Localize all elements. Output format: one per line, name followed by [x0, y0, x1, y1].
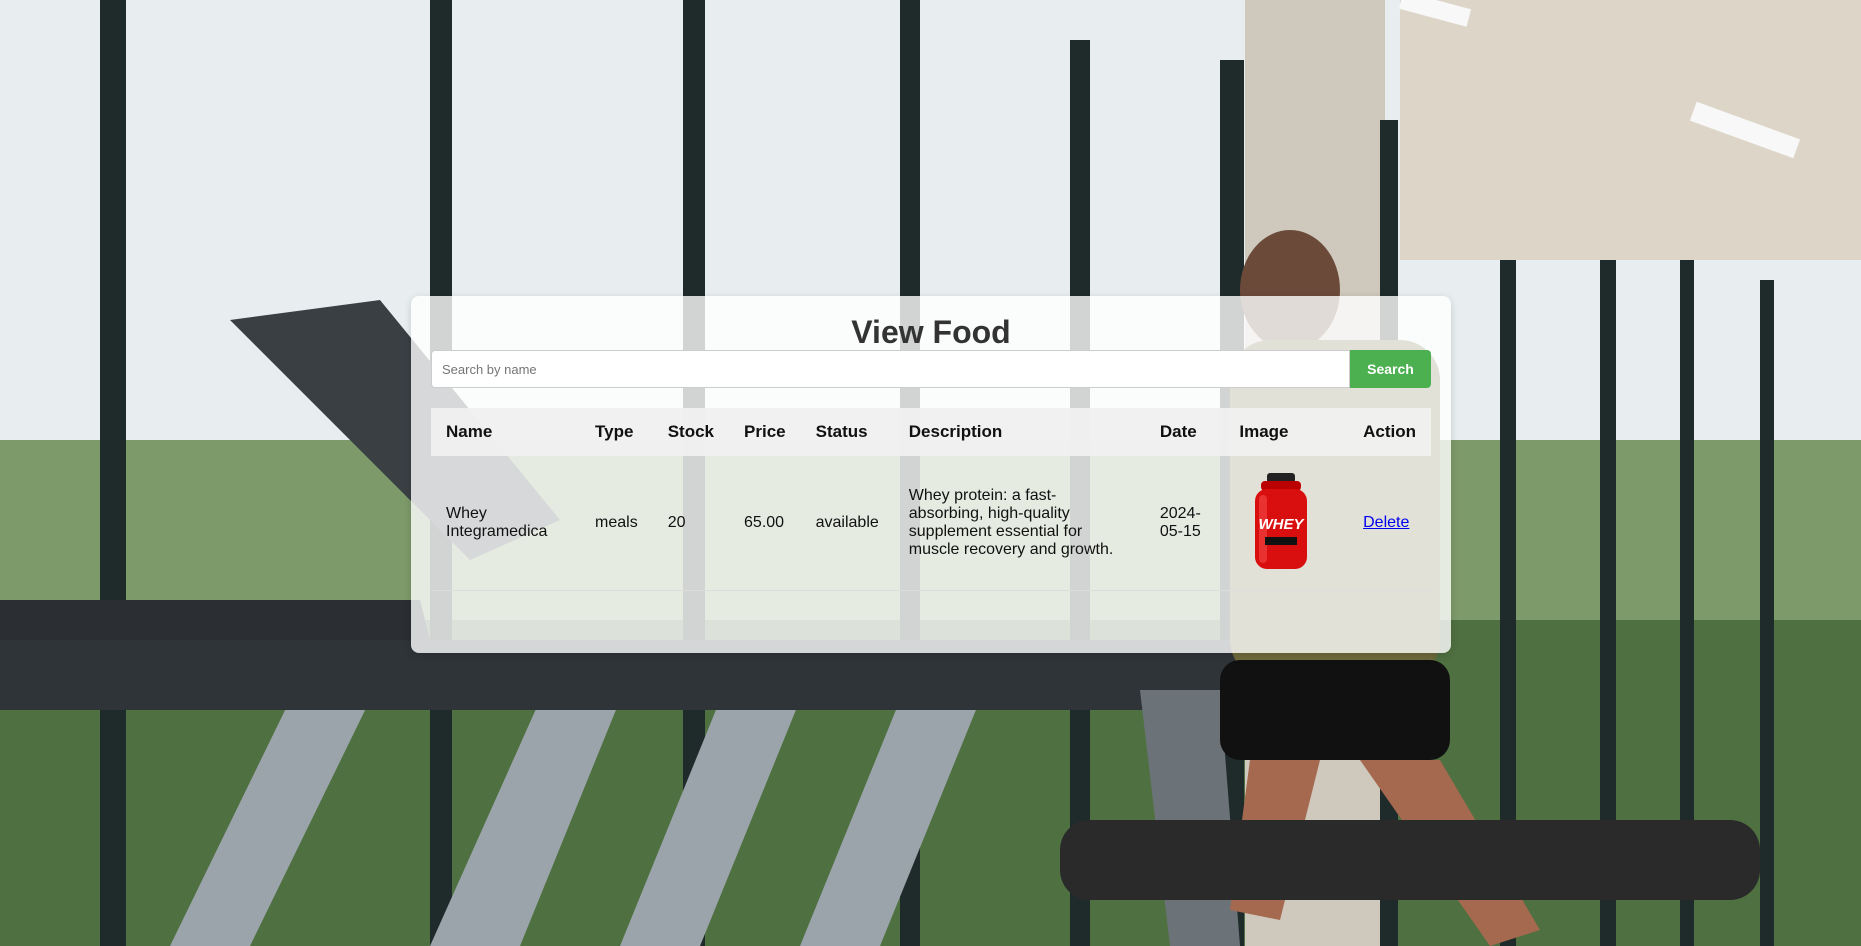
column-header-description: Description [893, 408, 1145, 456]
search-button[interactable]: Search [1350, 350, 1431, 388]
table-header-row: Name Type Stock Price Status Description… [431, 408, 1431, 456]
cell-image: WHEY [1224, 456, 1349, 591]
column-header-image: Image [1224, 408, 1349, 456]
cell-date: 2024-05-15 [1144, 456, 1225, 591]
cell-price: 65.00 [729, 456, 801, 591]
view-food-panel: View Food Search Name Type Stock Price S… [411, 296, 1451, 653]
cell-stock: 20 [652, 456, 730, 591]
column-header-action: Action [1348, 408, 1431, 456]
cell-action: Delete [1348, 456, 1431, 591]
search-bar: Search [431, 350, 1431, 388]
search-input[interactable] [431, 350, 1350, 388]
cell-type: meals [580, 456, 653, 591]
column-header-status: Status [800, 408, 894, 456]
delete-link[interactable]: Delete [1363, 514, 1409, 531]
column-header-name: Name [431, 408, 581, 456]
cell-status: available [800, 456, 894, 591]
column-header-stock: Stock [652, 408, 730, 456]
table-row: Whey Integramedica meals 20 65.00 availa… [431, 456, 1431, 591]
cell-name: Whey Integramedica [431, 456, 581, 591]
svg-text:WHEY: WHEY [1259, 516, 1306, 533]
column-header-date: Date [1144, 408, 1225, 456]
food-table: Name Type Stock Price Status Description… [431, 408, 1431, 591]
page-title: View Food [851, 314, 1011, 350]
column-header-type: Type [580, 408, 653, 456]
column-header-price: Price [729, 408, 801, 456]
whey-product-image: WHEY [1255, 473, 1308, 569]
cell-description: Whey protein: a fast-absorbing, high-qua… [893, 456, 1145, 591]
